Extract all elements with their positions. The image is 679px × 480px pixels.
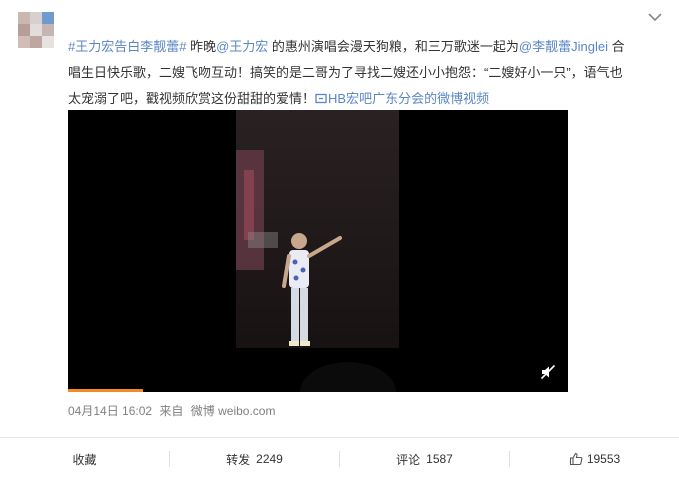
thumbs-up-icon: [569, 452, 583, 466]
repost-count: 2249: [256, 452, 283, 466]
video-link-icon: [315, 93, 327, 104]
like-button[interactable]: 19553: [510, 438, 679, 480]
favorite-label: 收藏: [72, 452, 97, 467]
avatar[interactable]: [18, 12, 54, 48]
post-text-segment: 昨晚: [186, 39, 217, 54]
video-frame: [236, 110, 399, 392]
weibo-post-card: #王力宏告白李靓蕾# 昨晚@王力宏 的惠州演唱会漫天狗粮，和三万歌迷一起为@李靓…: [0, 0, 679, 480]
post-text-segment: 的惠州演唱会漫天狗粮，和三万歌迷一起为: [268, 39, 519, 54]
repost-label: 转发: [226, 452, 251, 467]
favorite-button[interactable]: 收藏: [0, 438, 169, 480]
chevron-down-icon[interactable]: [648, 12, 662, 22]
mention-li-jinglei[interactable]: @李靓蕾Jinglei: [519, 39, 608, 54]
video-source-label: HB宏吧广东分会的微博视频: [328, 91, 490, 106]
video-source-link[interactable]: HB宏吧广东分会的微博视频: [315, 91, 489, 106]
hashtag-link[interactable]: #王力宏告白李靓蕾#: [68, 39, 186, 54]
post-text: #王力宏告白李靓蕾# 昨晚@王力宏 的惠州演唱会漫天狗粮，和三万歌迷一起为@李靓…: [68, 34, 628, 112]
video-progress-bar[interactable]: [68, 389, 143, 392]
post-meta: 04月14日 16:02 来自 微博 weibo.com: [68, 402, 279, 419]
video-player[interactable]: [68, 110, 568, 392]
comment-button[interactable]: 评论 1587: [340, 438, 509, 480]
post-source[interactable]: 微博 weibo.com: [191, 404, 276, 418]
mention-wang-leehom[interactable]: @王力宏: [216, 39, 268, 54]
action-bar: 收藏 转发 2249 评论 1587 19553: [0, 438, 679, 480]
like-count: 19553: [586, 452, 621, 466]
comment-count: 1587: [426, 452, 453, 466]
comment-label: 评论: [396, 452, 421, 467]
repost-button[interactable]: 转发 2249: [170, 438, 339, 480]
mute-icon[interactable]: [540, 364, 556, 380]
via-label: 来自: [159, 404, 184, 418]
post-timestamp[interactable]: 04月14日 16:02: [68, 404, 152, 418]
